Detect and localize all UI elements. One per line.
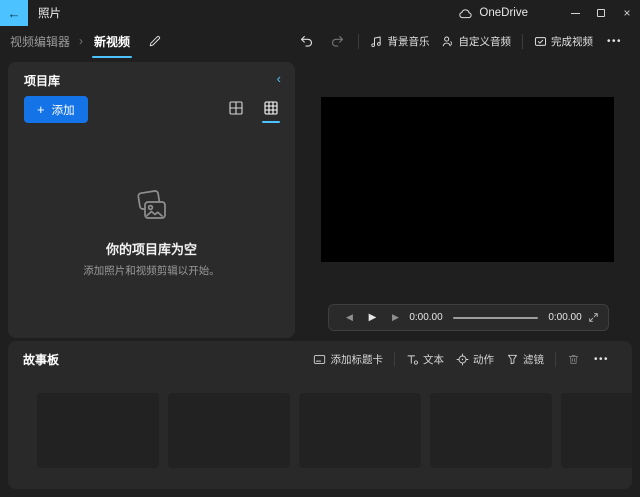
maximize-icon — [597, 9, 605, 17]
breadcrumb-video-editor[interactable]: 视频编辑器 — [10, 33, 70, 50]
onedrive-status[interactable]: OneDrive — [458, 7, 528, 19]
photo-stack-icon — [131, 188, 173, 225]
elapsed-time: 0:00.00 — [409, 312, 443, 323]
custom-audio-button[interactable]: 自定义音频 — [435, 30, 517, 53]
library-empty-title: 你的项目库为空 — [105, 242, 197, 257]
undo-icon — [301, 35, 313, 47]
storyboard-title: 故事板 — [23, 353, 60, 367]
motion-tool-button[interactable]: 动作 — [450, 348, 500, 371]
storyboard-slot[interactable] — [430, 393, 552, 468]
redo-button[interactable] — [322, 30, 353, 53]
onedrive-label: OneDrive — [479, 7, 528, 19]
background-music-label: 背景音乐 — [387, 35, 430, 48]
storyboard-header: 故事板 添加标题卡 文本 动作 滤镜 ••• — [8, 341, 632, 378]
music-note-icon — [370, 35, 383, 48]
close-button[interactable]: × — [614, 0, 640, 26]
toolbar-divider — [554, 352, 556, 367]
back-button[interactable]: ← — [0, 0, 28, 26]
pencil-icon — [148, 34, 162, 48]
app-title: 照片 — [38, 8, 61, 20]
storyboard-toolbar: 添加标题卡 文本 动作 滤镜 ••• — [307, 348, 617, 371]
command-bar: 视频编辑器 › 新视频 背景音乐 自定义音频 完成视频 ••• — [0, 26, 640, 58]
toolbar-divider — [393, 352, 395, 367]
video-preview[interactable] — [321, 97, 614, 262]
add-title-card-button[interactable]: 添加标题卡 — [307, 348, 389, 371]
close-icon: × — [623, 6, 631, 20]
expand-icon — [589, 313, 598, 322]
next-frame-button[interactable]: ▶ — [384, 312, 407, 323]
title-card-icon — [313, 353, 326, 366]
undo-button[interactable] — [291, 30, 322, 53]
storyboard-slots — [37, 393, 632, 468]
play-button[interactable]: ▶ — [361, 312, 384, 323]
storyboard-slot[interactable] — [561, 393, 632, 468]
storyboard-slot[interactable] — [168, 393, 290, 468]
fullscreen-button[interactable] — [588, 312, 599, 323]
export-video-icon — [534, 35, 547, 48]
collapse-panel-button[interactable]: ‹ — [273, 69, 285, 88]
grid-3x3-icon — [264, 101, 278, 115]
add-media-button[interactable]: + 添加 — [24, 96, 88, 123]
rename-button[interactable] — [148, 34, 162, 48]
filter-tool-label: 滤镜 — [522, 354, 544, 366]
grid-2x2-icon — [229, 101, 243, 115]
background-music-button[interactable]: 背景音乐 — [364, 30, 435, 53]
person-audio-icon — [441, 35, 454, 48]
breadcrumb-new-video[interactable]: 新视频 — [92, 33, 133, 58]
library-empty-state: 你的项目库为空 添加照片和视频剪辑以开始。 — [8, 188, 295, 278]
plus-icon: + — [37, 102, 45, 117]
storyboard-slot[interactable] — [37, 393, 159, 468]
titlebar-right: OneDrive × — [458, 0, 640, 26]
toolbar-divider — [358, 33, 360, 49]
seek-slider[interactable] — [453, 316, 538, 319]
breadcrumb-separator-icon: › — [79, 34, 84, 48]
motion-icon — [456, 353, 469, 366]
back-arrow-icon: ← — [7, 5, 21, 21]
text-tool-button[interactable]: 文本 — [400, 348, 450, 371]
view-toggle-group — [226, 98, 281, 123]
custom-audio-label: 自定义音频 — [458, 35, 511, 48]
toolbar-divider — [521, 33, 523, 49]
minimize-icon — [570, 12, 580, 14]
chevron-left-icon: ‹ — [276, 71, 281, 86]
minimize-button[interactable] — [562, 0, 588, 26]
finish-video-label: 完成视频 — [550, 35, 593, 48]
storyboard-more-button[interactable]: ••• — [586, 350, 617, 369]
redo-icon — [332, 35, 344, 47]
command-bar-actions: 背景音乐 自定义音频 完成视频 ••• — [291, 30, 630, 53]
filter-icon — [506, 353, 519, 366]
previous-frame-button[interactable]: ◀ — [338, 312, 361, 323]
small-grid-view-button[interactable] — [261, 98, 281, 123]
large-grid-view-button[interactable] — [226, 98, 246, 123]
more-options-button[interactable]: ••• — [599, 32, 630, 51]
delete-button[interactable] — [561, 349, 586, 370]
project-library-title: 项目库 — [24, 74, 61, 88]
storyboard-panel: 故事板 添加标题卡 文本 动作 滤镜 ••• — [8, 341, 632, 489]
finish-video-button[interactable]: 完成视频 — [528, 30, 599, 53]
cloud-icon — [458, 7, 473, 19]
maximize-button[interactable] — [588, 0, 614, 26]
add-title-card-label: 添加标题卡 — [330, 354, 383, 366]
filter-tool-button[interactable]: 滤镜 — [500, 348, 550, 371]
title-bar: ← 照片 OneDrive × — [0, 0, 640, 26]
storyboard-slot[interactable] — [299, 393, 421, 468]
text-icon — [406, 353, 419, 366]
total-time: 0:00.00 — [548, 312, 582, 323]
library-empty-subtitle: 添加照片和视频剪辑以开始。 — [83, 265, 220, 277]
text-tool-label: 文本 — [422, 354, 444, 366]
project-library-panel: 项目库 ‹ + 添加 你的项目库为空 添加照片和视频剪辑以开始。 — [8, 62, 295, 338]
add-label: 添加 — [51, 104, 75, 117]
player-controls: ◀ ▶ ▶ 0:00.00 0:00.00 — [328, 304, 609, 331]
motion-tool-label: 动作 — [472, 354, 494, 366]
trash-icon — [568, 354, 579, 365]
